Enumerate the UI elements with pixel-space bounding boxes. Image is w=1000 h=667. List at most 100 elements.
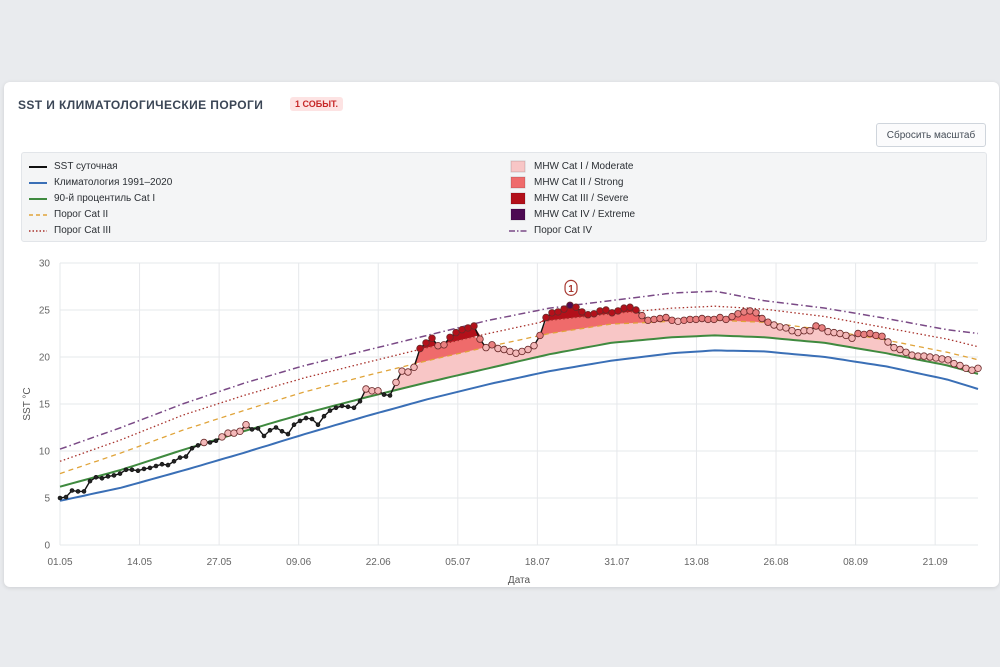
sst-point[interactable] [446,333,454,341]
sst-point[interactable] [416,344,424,353]
sst-point[interactable] [584,311,592,319]
sst-point[interactable] [105,474,111,479]
sst-point[interactable] [267,427,273,433]
sst-point[interactable] [387,393,393,398]
sst-point[interactable] [123,467,129,473]
sst-point[interactable] [141,466,147,472]
sst-point[interactable] [458,326,466,334]
sst-point[interactable] [848,334,856,342]
sst-point[interactable] [608,309,616,317]
sst-point[interactable] [818,324,826,332]
sst-point[interactable] [962,364,970,372]
sst-point[interactable] [692,315,700,324]
sst-point[interactable] [560,305,568,313]
sst-point[interactable] [806,327,814,335]
sst-point[interactable] [315,422,321,428]
sst-point[interactable] [590,310,598,318]
sst-point[interactable] [351,405,357,411]
sst-point[interactable] [638,311,646,320]
sst-point[interactable] [872,331,880,340]
sst-point[interactable] [950,359,958,368]
sst-point[interactable] [177,455,183,460]
sst-point[interactable] [81,489,87,494]
sst-point[interactable] [698,314,706,323]
sst-point[interactable] [866,329,874,338]
sst-point[interactable] [716,313,724,322]
sst-point[interactable] [261,433,267,439]
sst-point[interactable] [932,354,940,362]
sst-point[interactable] [236,427,244,435]
sst-point[interactable] [728,312,736,321]
sst-point[interactable] [218,433,226,441]
sst-point[interactable] [129,467,135,473]
sst-point[interactable] [476,335,484,343]
sst-point[interactable] [566,301,574,309]
sst-point[interactable] [87,478,93,484]
sst-point[interactable] [230,429,238,437]
sst-point[interactable] [339,403,345,409]
sst-point[interactable] [644,316,652,324]
sst-point[interactable] [63,494,69,500]
sst-point[interactable] [536,331,544,340]
sst-point[interactable] [398,367,406,375]
sst-point[interactable] [578,308,586,316]
sst-point[interactable] [321,413,327,419]
sst-point[interactable] [740,308,748,316]
sst-point[interactable] [171,458,177,464]
sst-point[interactable] [944,356,952,364]
sst-point[interactable] [620,304,628,312]
sst-point[interactable] [273,425,279,430]
sst-point[interactable] [752,309,760,317]
sst-point[interactable] [662,313,670,322]
sst-point[interactable] [249,427,255,432]
sst-point[interactable] [542,313,550,322]
sst-point[interactable] [440,341,448,349]
sst-point[interactable] [572,303,580,311]
sst-point[interactable] [890,343,898,352]
sst-point[interactable] [333,405,339,411]
sst-point[interactable] [518,347,526,356]
sst-point[interactable] [836,329,844,338]
sst-point[interactable] [494,344,502,353]
sst-point[interactable] [842,331,850,340]
sst-point[interactable] [93,474,99,480]
sst-point[interactable] [548,309,556,317]
sst-point[interactable] [722,315,730,324]
sst-point[interactable] [788,327,796,335]
sst-point[interactable] [470,322,478,330]
sst-point[interactable] [734,310,742,318]
sst-point[interactable] [782,324,790,332]
sst-point[interactable] [884,338,892,346]
sst-point[interactable] [794,328,802,337]
event-marker[interactable]: 1 [564,279,578,296]
sst-point[interactable] [554,308,562,316]
sst-point[interactable] [902,348,910,356]
sst-point[interactable] [908,351,916,359]
sst-point[interactable] [812,322,820,330]
sst-point[interactable] [327,408,333,413]
sst-point[interactable] [596,307,604,315]
sst-point[interactable] [512,349,520,357]
sst-point[interactable] [632,306,640,314]
sst-point[interactable] [362,385,370,393]
sst-point[interactable] [968,366,976,374]
sst-point[interactable] [434,342,442,350]
sst-point[interactable] [896,345,904,354]
sst-point[interactable] [626,303,634,311]
sst-point[interactable] [956,361,964,370]
sst-point[interactable] [650,315,658,324]
sst-point[interactable] [207,440,213,445]
sst-point[interactable] [279,428,285,434]
sst-point[interactable] [374,387,382,395]
sst-point[interactable] [656,314,664,323]
sst-point[interactable] [500,345,508,354]
sst-point[interactable] [770,321,778,329]
sst-point[interactable] [680,316,688,324]
sst-point[interactable] [974,364,982,372]
sst-point[interactable] [854,329,862,338]
sst-point[interactable] [860,330,868,339]
sst-point[interactable] [200,438,208,447]
sst-point[interactable] [764,318,772,326]
sst-point[interactable] [255,426,261,431]
sst-point[interactable] [153,463,159,469]
